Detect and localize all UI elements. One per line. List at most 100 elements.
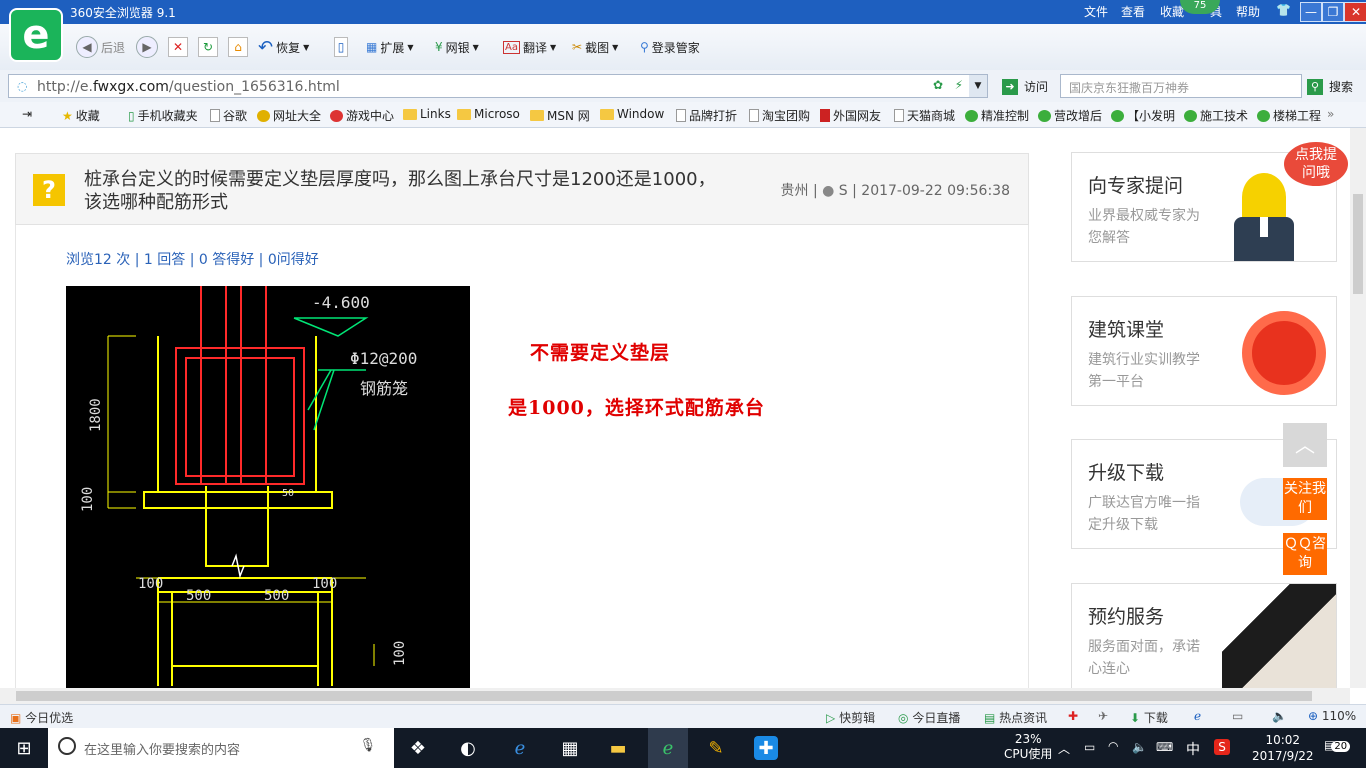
search-label: 搜索 [1329,80,1354,94]
address-input[interactable]: ◌ http://e.fwxgx.com/question_1656316.ht… [8,74,988,98]
restore-tabs-button[interactable]: ↶ 恢复 ▼ [258,36,309,58]
notes-icon[interactable]: ✎ [704,736,728,760]
home-button[interactable]: ⌂ [228,36,248,58]
bookmark-foreign[interactable]: 外国网友 [820,107,881,124]
ask-bubble[interactable]: 点我提问哦 [1284,142,1348,186]
clock[interactable]: 10:02 2017/9/22 [1252,732,1314,764]
volume-tray-icon[interactable]: 🔈 [1132,740,1147,754]
download-button[interactable]: ⬇ 下载 [1130,709,1168,726]
forward-button[interactable]: ▶ [136,36,158,58]
cad-drawing[interactable]: -4.600 Φ12@200 钢筋笼 50 100 500 500 100 18… [66,286,470,688]
url-dropdown-icon[interactable]: ▼ [969,75,987,97]
sidebar-toggle-icon[interactable]: ⇥ [22,107,32,121]
quick-clip[interactable]: ▷ 快剪辑 [826,709,875,726]
battery-icon[interactable]: ▭ [1084,740,1095,754]
bookmark-stairs[interactable]: 楼梯工程 [1257,107,1321,124]
horizontal-scroll-thumb[interactable] [16,691,1312,701]
taskbar-search-placeholder: 在这里输入你要搜索的内容 [84,743,241,758]
keyboard-icon[interactable]: ⌨ [1156,740,1173,754]
bookmarks-bar: ⇥ ★ 收藏 ▯ 手机收藏夹 谷歌 网址大全 游戏中心 Links Microso … [0,102,1366,128]
menu-view[interactable]: 查看 [1121,3,1145,20]
go-arrow-icon: ➜ [1002,78,1018,95]
cad-drawing-svg: -4.600 Φ12@200 钢筋笼 50 100 500 500 100 18… [80,286,417,686]
back-to-top-button[interactable]: ︿ [1283,423,1327,467]
task-view-icon[interactable]: ❖ [406,736,430,760]
minimize-button[interactable]: — [1300,2,1322,22]
cpu-usage[interactable]: 23% CPU使用 [1004,732,1052,762]
bookmark-construction[interactable]: 施工技术 [1184,107,1248,124]
wifi-icon[interactable]: ◠ [1108,739,1118,753]
hot-news[interactable]: ▤ 热点资讯 [984,709,1047,726]
tray-expand-icon[interactable]: ︿ [1058,740,1070,757]
stop-button[interactable]: ✕ [168,36,188,58]
today-live[interactable]: ◎ 今日直播 [898,709,960,726]
skin-icon[interactable]: 👕 [1276,3,1291,17]
phone-button[interactable]: ▯ [334,36,348,58]
question-location[interactable]: 贵州 [780,183,808,199]
vertical-scroll-thumb[interactable] [1353,194,1363,294]
card-desc: 服务面对面，承诺心连心 [1088,639,1200,677]
bookmark-msn[interactable]: MSN 网 [530,107,590,124]
bank-button[interactable]: ¥ 网银 ▼ [435,36,479,58]
question-user[interactable]: S [839,183,848,199]
qq-consult-button[interactable]: ＱＱ咨询 [1283,533,1327,575]
bookmark-url-hub[interactable]: 网址大全 [257,107,321,124]
volume-icon[interactable]: 🔈 [1272,709,1287,723]
bookmark-invention[interactable]: 【小发明 [1111,107,1175,124]
windows-start-icon[interactable]: ⊞ [12,736,36,760]
search-input[interactable]: 国庆京东狂撒百万神券 [1060,74,1302,98]
bookmark-windows[interactable]: Window [600,107,664,121]
follow-us-button[interactable]: 关注我们 [1283,478,1327,520]
extend-button[interactable]: ▦ 扩展 ▼ [366,36,414,58]
bookmark-links[interactable]: Links [403,107,451,121]
app-blue-icon[interactable]: ✚ [754,736,778,760]
bookmark-precise[interactable]: 精准控制 [965,107,1029,124]
zoom-level[interactable]: ⊕ 110% [1308,709,1356,723]
card-building-class[interactable]: 建筑课堂 建筑行业实训教学第一平台 [1071,296,1337,406]
file-explorer-icon[interactable]: ▬ [606,736,630,760]
edge-icon[interactable]: ℯ [508,736,532,760]
bookmarks-more[interactable]: » [1327,107,1334,121]
security-shield-icon[interactable]: ✚ [1068,709,1078,723]
search-button[interactable]: ⚲ 搜索 [1307,78,1353,95]
today-picks[interactable]: ▣ 今日优选 [10,709,73,726]
mobile-icon: ▯ [128,108,135,123]
screenshot-button[interactable]: ✂ 截图 ▼ [572,36,618,58]
taskbar-search[interactable]: 在这里输入你要搜索的内容 🎙 [48,728,394,768]
ie-icon[interactable]: ℯ [1194,709,1201,723]
pin-icon[interactable]: ✈ [1098,709,1108,723]
bookmark-brand-sale[interactable]: 品牌打折 [676,107,737,124]
bookmark-tmall[interactable]: 天猫商城 [894,107,955,124]
speed-icon[interactable]: ⚡ [955,78,963,92]
close-button[interactable]: ✕ [1344,2,1366,22]
menu-help[interactable]: 帮助 [1236,3,1260,20]
bookmark-microsoft[interactable]: Microso [457,107,520,121]
bookmark-games[interactable]: 游戏中心 [330,107,394,124]
ime-indicator[interactable]: 中 [1186,739,1200,759]
card-appointment[interactable]: 预约服务 服务面对面，承诺心连心 [1071,583,1337,688]
visit-button[interactable]: ➜ 访问 [1002,78,1048,95]
refresh-button[interactable]: ↻ [198,36,218,58]
store-icon[interactable]: ▦ [558,736,582,760]
vertical-scrollbar[interactable] [1350,128,1366,688]
bookmark-taobao[interactable]: 淘宝团购 [749,107,810,124]
window-icon[interactable]: ▭ [1232,709,1243,723]
sogou-icon[interactable]: S [1214,739,1230,755]
browser-360-icon[interactable]: ℯ [648,728,688,768]
microphone-icon[interactable]: 🎙 [359,738,376,753]
bookmark-google[interactable]: 谷歌 [210,107,247,124]
bookmark-favorites[interactable]: ★ 收藏 [62,107,100,124]
action-center-icon[interactable]: ▤20 [1324,738,1351,752]
translate-button[interactable]: Aa 翻译 ▼ [503,36,556,58]
bookmark-vat[interactable]: 营改增后 [1038,107,1102,124]
app-swirl-icon[interactable]: ◐ [456,736,480,760]
horizontal-scrollbar[interactable] [0,688,1350,704]
back-button[interactable]: ◀ 后退 [76,36,125,58]
browser-logo[interactable]: e [9,8,63,62]
menu-file[interactable]: 文件 [1084,3,1108,20]
security-icon[interactable]: ✿ [933,78,943,92]
login-manager-button[interactable]: ⚲ 登录管家 [640,36,700,58]
game-icon [330,109,343,122]
restore-button[interactable]: ❐ [1322,2,1344,22]
bookmark-mobile[interactable]: ▯ 手机收藏夹 [128,107,198,124]
